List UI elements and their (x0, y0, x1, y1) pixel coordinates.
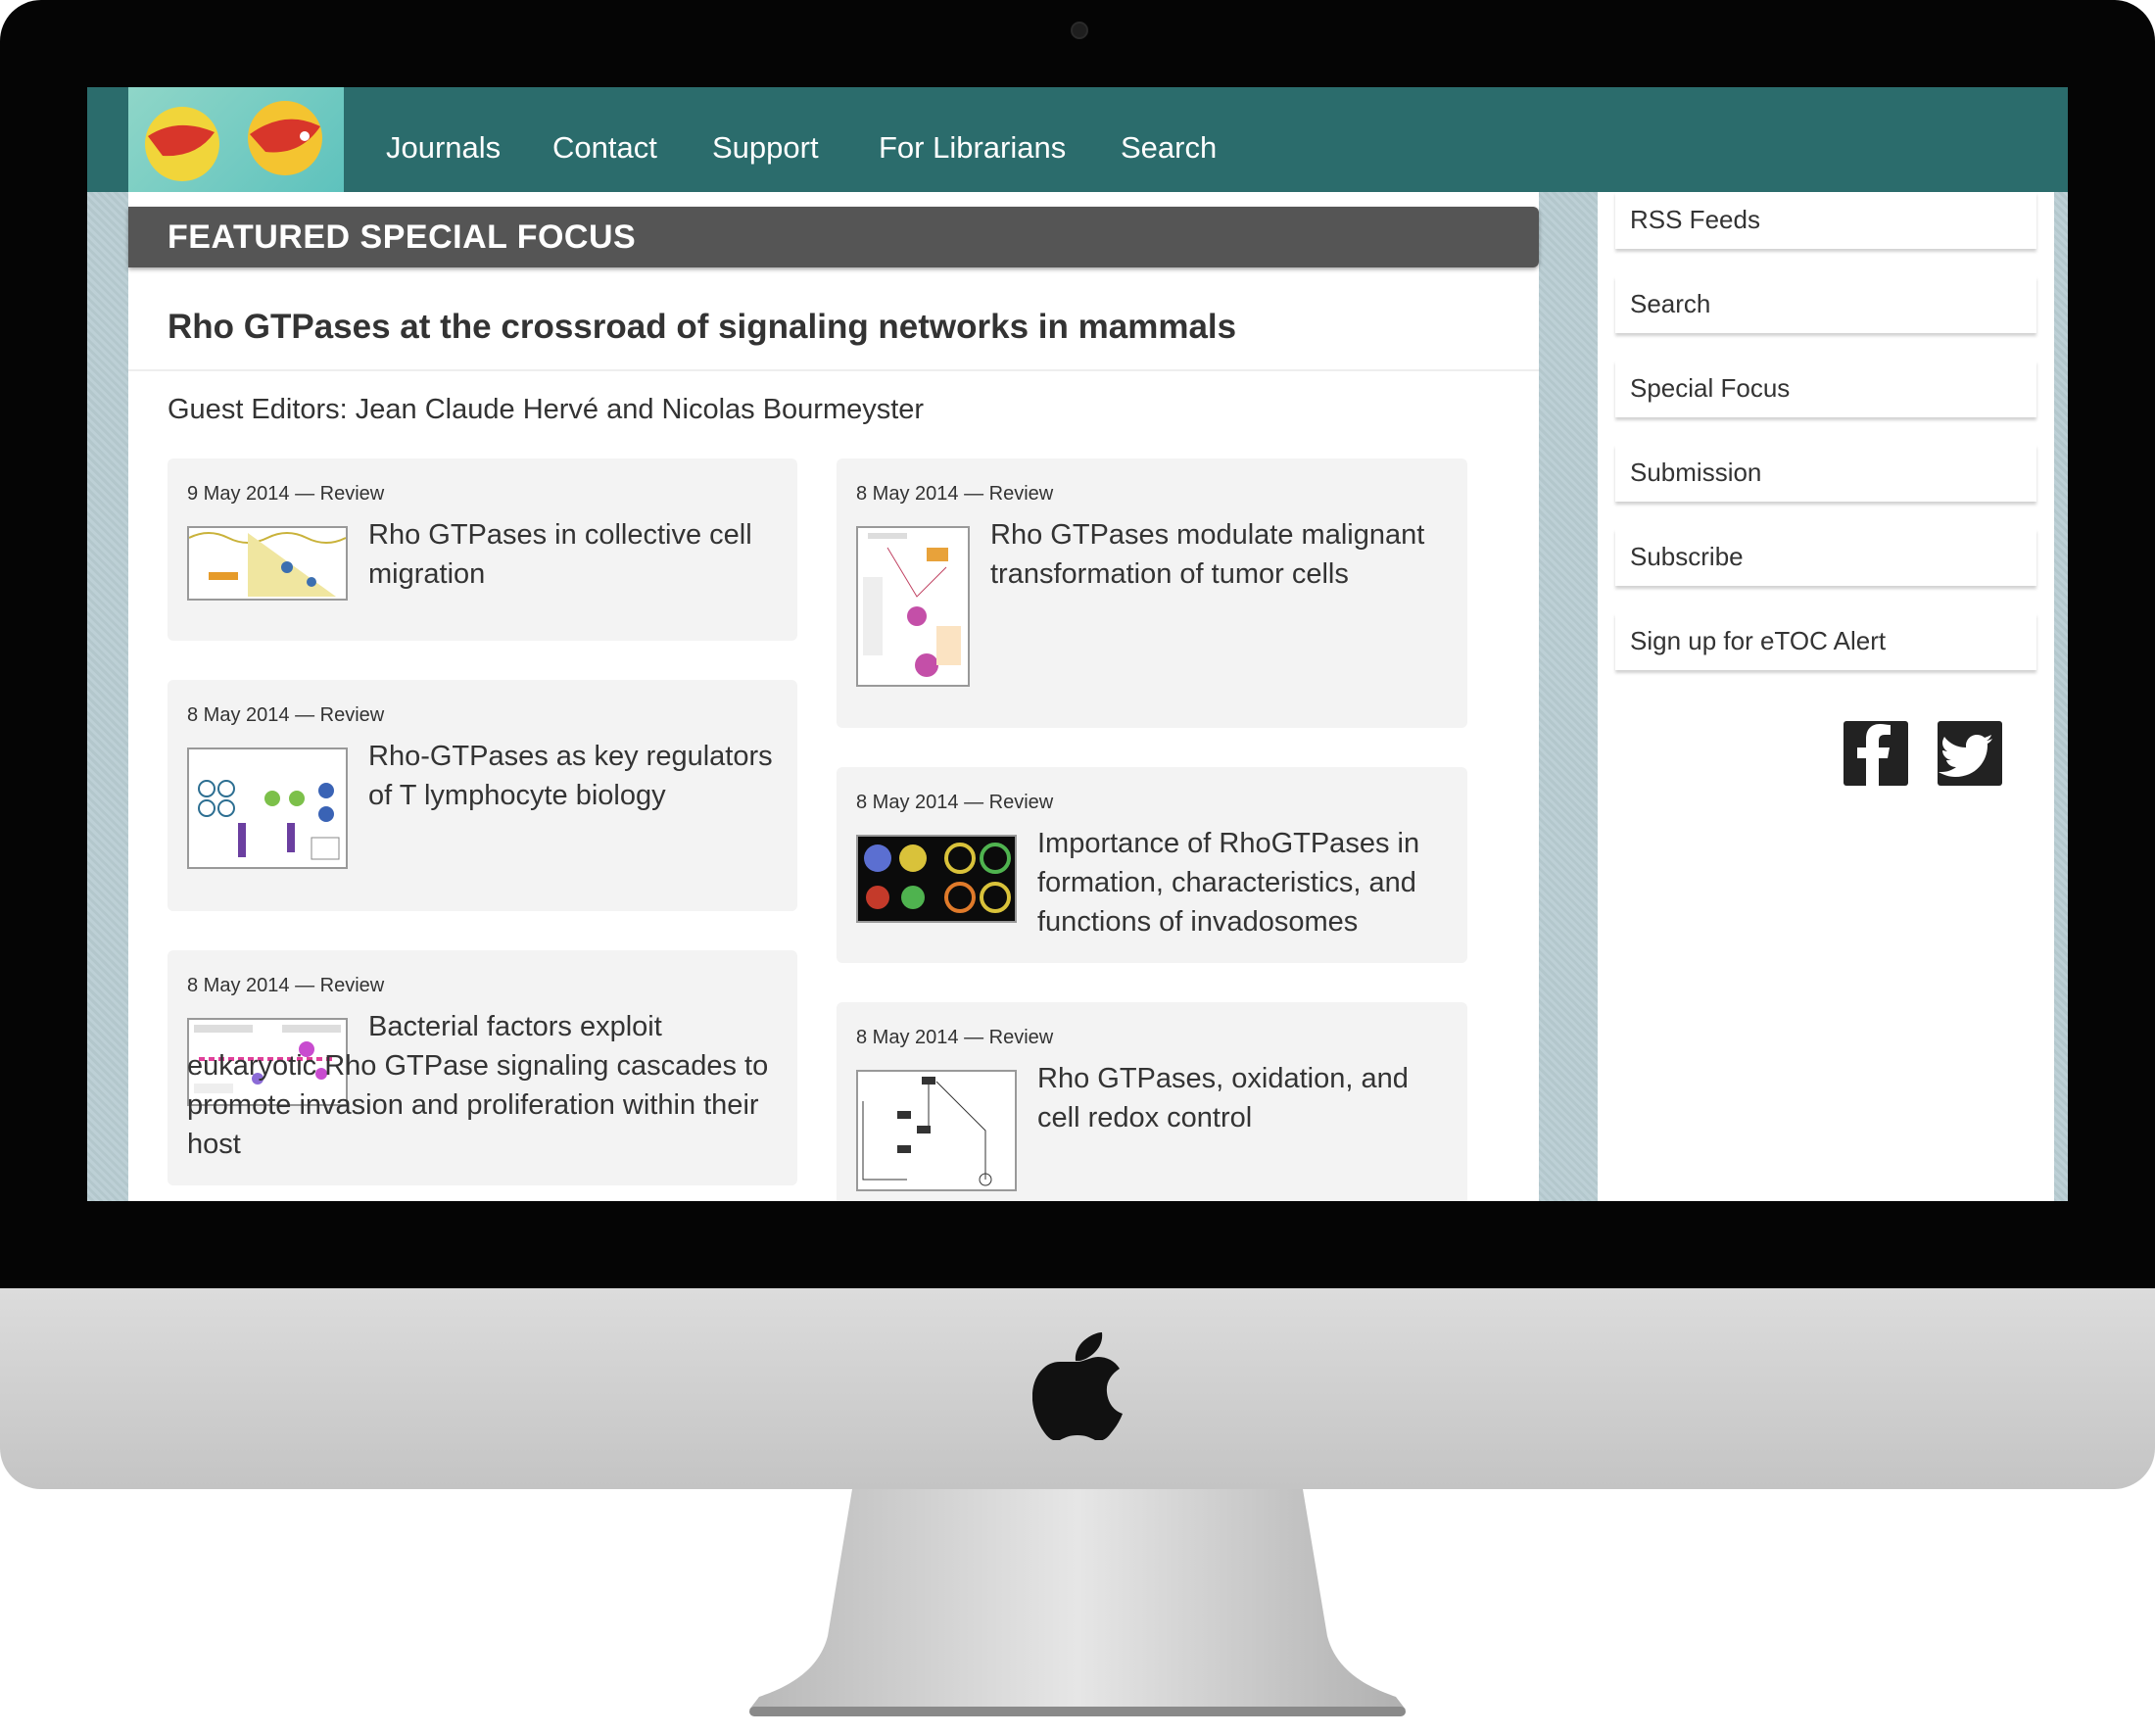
featured-heading-bar: FEATURED SPECIAL FOCUS (128, 207, 1539, 267)
article-thumbnail[interactable] (856, 1070, 1017, 1191)
diagram-thumbnail-icon (862, 1077, 992, 1186)
sidebar-link-rss-feeds[interactable]: RSS Feeds (1615, 192, 2036, 249)
nav-contact[interactable]: Contact (552, 130, 657, 166)
sidebar-link-subscribe[interactable]: Subscribe (1615, 529, 2036, 586)
sidebar-link-submission[interactable]: Submission (1615, 445, 2036, 502)
article-meta: 8 May 2014 — Review (187, 704, 385, 726)
sidebar-link-search[interactable]: Search (1615, 276, 2036, 333)
article-thumbnail[interactable] (856, 526, 970, 687)
article-thumbnail[interactable] (187, 526, 348, 601)
diagram-thumbnail-icon (198, 780, 340, 860)
article-title[interactable]: Rho GTPases modulate malignant transform… (990, 515, 1451, 594)
article-card[interactable]: 8 May 2014 — Review Rho-GTPases as key r… (168, 680, 797, 911)
guest-editors: Guest Editors: Jean Claude Hervé and Nic… (168, 394, 925, 425)
sidebar-link-label: Submission (1630, 458, 1762, 487)
article-meta: 8 May 2014 — Review (856, 792, 1054, 813)
article-card[interactable]: 8 May 2014 — Review Rho GTPases, oxidati… (837, 1002, 1467, 1201)
diagram-thumbnail-icon (189, 532, 346, 597)
article-meta: 9 May 2014 — Review (187, 483, 385, 505)
browser-viewport: Journals Contact Support For Librarians … (87, 87, 2068, 1201)
article-title[interactable]: Rho-GTPases as key regulators of T lymph… (368, 737, 790, 815)
main-content: FEATURED SPECIAL FOCUS Rho GTPases at th… (128, 192, 1539, 1201)
facebook-icon[interactable] (1844, 721, 1908, 786)
sidebar-background (1598, 192, 2054, 1201)
logo-art-icon (145, 101, 322, 181)
article-title[interactable]: Importance of RhoGTPases in formation, c… (1037, 824, 1449, 941)
article-meta: 8 May 2014 — Review (187, 975, 385, 996)
sidebar-link-label: Sign up for eTOC Alert (1630, 626, 1887, 655)
monitor-stand (749, 1489, 1406, 1716)
divider (128, 369, 1539, 371)
article-meta: 8 May 2014 — Review (856, 1027, 1054, 1048)
sidebar-link-special-focus[interactable]: Special Focus (1615, 361, 2036, 417)
featured-heading: FEATURED SPECIAL FOCUS (168, 218, 637, 256)
article-card[interactable]: 9 May 2014 — Review Rho GTPases in colle… (168, 458, 797, 641)
article-card[interactable]: 8 May 2014 — Review Bacterial factors ex… (168, 950, 797, 1185)
nav-journals[interactable]: Journals (386, 130, 501, 166)
article-thumbnail[interactable] (187, 747, 348, 869)
article-meta: 8 May 2014 — Review (856, 483, 1054, 505)
article-title[interactable]: Rho GTPases, oxidation, and cell redox c… (1037, 1059, 1449, 1137)
diagram-thumbnail-icon (863, 533, 961, 677)
microscopy-thumbnail-icon (858, 837, 1015, 921)
camera-icon (1071, 22, 1088, 39)
site-logo[interactable] (128, 87, 344, 192)
sidebar-link-etoc-alert[interactable]: Sign up for eTOC Alert (1615, 613, 2036, 670)
apple-logo-icon (1032, 1332, 1123, 1440)
sidebar-link-label: Special Focus (1630, 373, 1791, 403)
top-navbar: Journals Contact Support For Librarians … (87, 87, 2068, 192)
article-title[interactable]: Rho GTPases in collective cell migration (368, 515, 780, 594)
article-title-text[interactable]: Bacterial factors exploit eukaryotic Rho… (187, 1007, 794, 1164)
twitter-icon[interactable] (1938, 721, 2002, 786)
article-thumbnail[interactable] (856, 835, 1017, 923)
sidebar-link-label: Search (1630, 289, 1711, 318)
nav-search[interactable]: Search (1121, 130, 1217, 166)
sidebar-link-label: RSS Feeds (1630, 205, 1760, 234)
special-focus-title[interactable]: Rho GTPases at the crossroad of signalin… (168, 308, 1236, 347)
nav-for-librarians[interactable]: For Librarians (879, 130, 1066, 166)
nav-support[interactable]: Support (712, 130, 819, 166)
article-card[interactable]: 8 May 2014 — Review Importance of RhoGTP… (837, 767, 1467, 963)
article-card[interactable]: 8 May 2014 — Review Rho GTPases modulate… (837, 458, 1467, 728)
sidebar-link-label: Subscribe (1630, 542, 1744, 571)
